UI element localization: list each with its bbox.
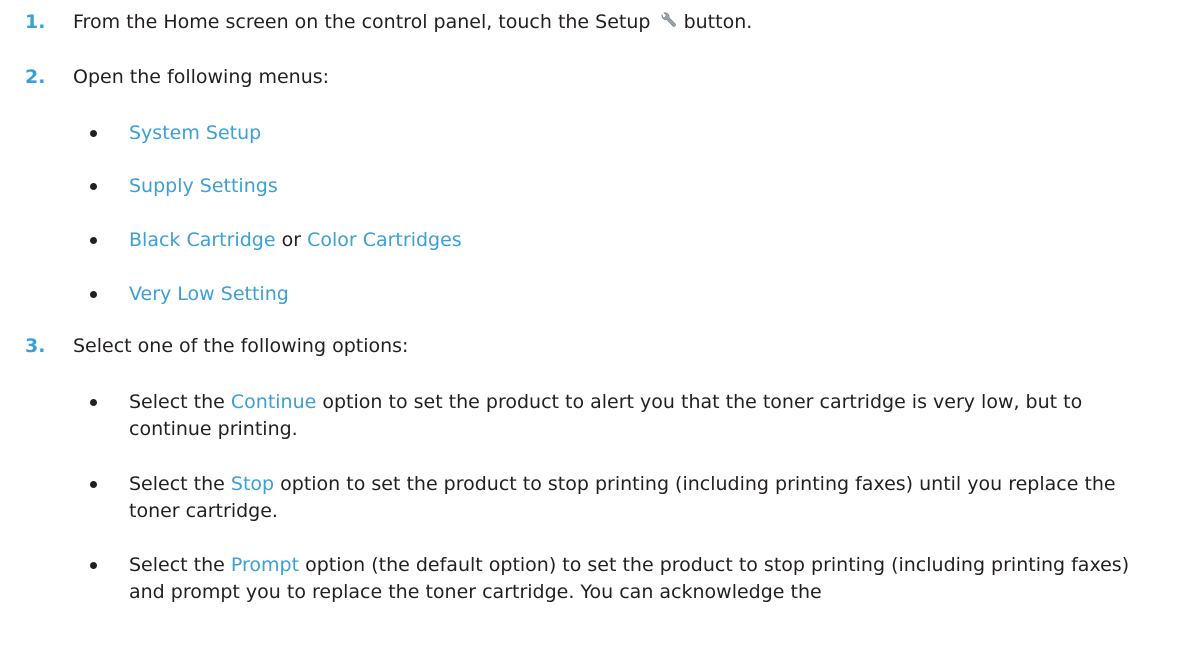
option-prompt: Prompt bbox=[230, 554, 300, 576]
step-text: Open the following menus: bbox=[73, 66, 330, 88]
step-1-text-before: From the Home screen on the control pane… bbox=[73, 11, 651, 33]
conjunction: or bbox=[281, 229, 302, 251]
menu-path-black-cartridge: Black Cartridge bbox=[129, 229, 276, 251]
bullet-icon bbox=[90, 291, 97, 298]
option-stop: Stop bbox=[230, 473, 275, 495]
step-text: From the Home screen on the control pane… bbox=[73, 11, 752, 33]
step-number: 3. bbox=[25, 335, 46, 357]
step-number: 1. bbox=[25, 11, 46, 33]
bullet-icon bbox=[90, 399, 97, 406]
option-prefix: Select the bbox=[129, 554, 225, 576]
option-continue: Continue bbox=[230, 391, 317, 413]
menu-path-supply-settings: Supply Settings bbox=[129, 175, 278, 197]
menu-path-color-cartridges: Color Cartridges bbox=[307, 229, 462, 251]
step-text: Select one of the following options: bbox=[73, 335, 409, 357]
menu-path-very-low-setting: Very Low Setting bbox=[129, 283, 289, 305]
step-1-text-after: button. bbox=[683, 11, 753, 33]
bullet-icon bbox=[90, 183, 97, 190]
menu-path-system-setup: System Setup bbox=[129, 122, 262, 144]
bullet-icon bbox=[90, 130, 97, 137]
option-continue-text: Select the Continue option to set the pr… bbox=[129, 389, 1169, 443]
option-prefix: Select the bbox=[129, 391, 225, 413]
document-page: { "steps": { "s1": { "num": "1.", "text_… bbox=[0, 0, 1188, 670]
option-prompt-text: Select the Prompt option (the default op… bbox=[129, 552, 1169, 606]
bullet-icon bbox=[90, 481, 97, 488]
bullet-icon bbox=[90, 562, 97, 569]
step-number: 2. bbox=[25, 66, 46, 88]
bullet-icon bbox=[90, 237, 97, 244]
wrench-icon bbox=[661, 12, 676, 27]
option-stop-text: Select the Stop option to set the produc… bbox=[129, 471, 1169, 525]
option-prefix: Select the bbox=[129, 473, 225, 495]
menu-path-cartridge: Black Cartridge or Color Cartridges bbox=[129, 227, 1169, 254]
option-description: option to set the product to stop printi… bbox=[129, 473, 1116, 522]
